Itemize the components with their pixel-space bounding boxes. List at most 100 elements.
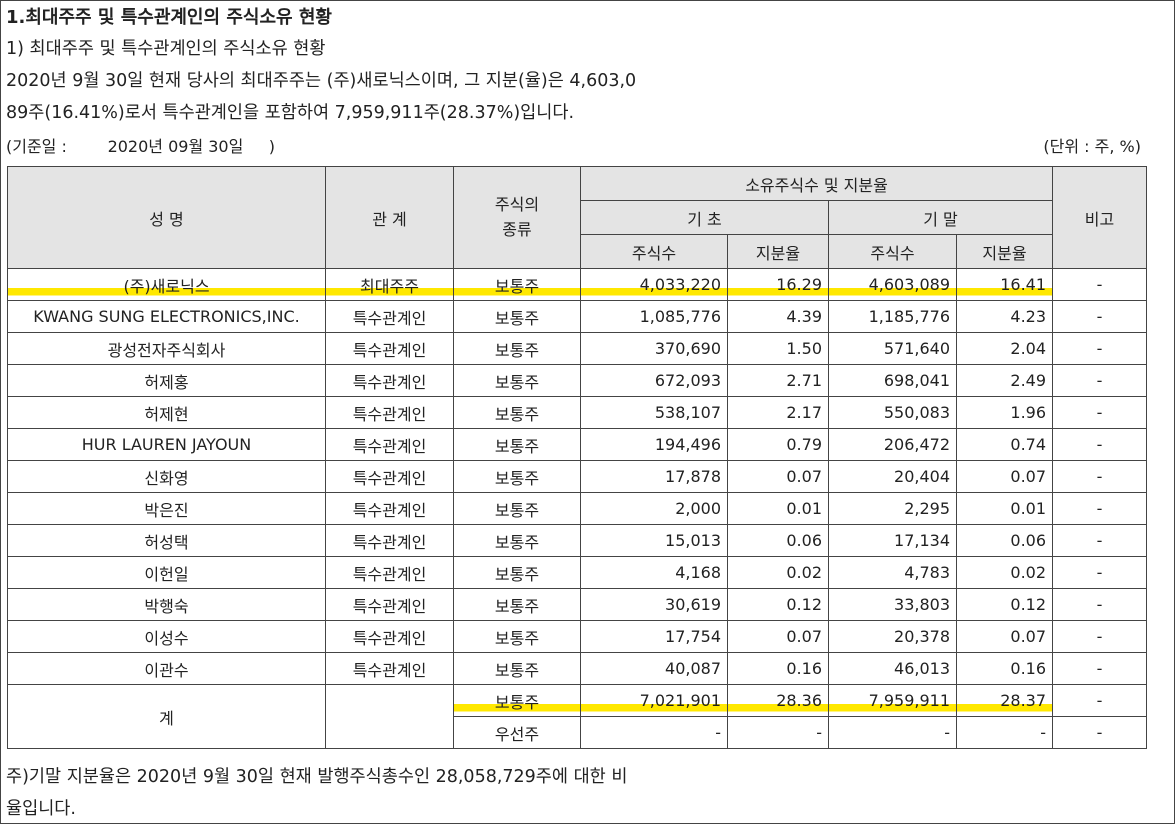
holder-begin-ratio: 16.29 (727, 268, 829, 301)
holder-name: HUR LAUREN JAYOUN (7, 428, 326, 461)
holder-end-ratio: 2.04 (955, 332, 1054, 365)
unit-label: (단위 : 주, %) (1043, 137, 1141, 156)
header-end-ratio: 지분율 (955, 234, 1054, 269)
holder-stock-type: 보통주 (453, 652, 581, 685)
holder-relation: 특수관계인 (325, 332, 454, 365)
holder-name: (주)새로닉스 (7, 268, 326, 301)
footnote-line-1: 주)기말 지분율은 2020년 9월 30일 현재 발행주식총수인 28,058… (6, 767, 628, 787)
holder-name: 허성택 (7, 524, 326, 557)
holder-relation: 특수관계인 (325, 524, 454, 557)
header-begin-ratio: 지분율 (727, 234, 829, 269)
holder-begin-shares: 538,107 (580, 396, 728, 429)
header-end: 기 말 (827, 200, 1054, 235)
holder-note: - (1052, 620, 1148, 653)
holder-relation: 특수관계인 (325, 300, 454, 333)
holder-begin-ratio: 0.12 (727, 588, 829, 621)
holder-stock-type: 보통주 (453, 428, 581, 461)
subsection-title: 1) 최대주주 및 특수관계인의 주식소유 현황 (6, 39, 326, 59)
holder-name: 이관수 (7, 652, 326, 685)
holder-stock-type: 보통주 (453, 556, 581, 589)
table-row: 이성수 특수관계인 보통주 17,754 0.07 20,378 0.07- (7, 620, 1148, 653)
holder-name: 신화영 (7, 460, 326, 493)
holder-name: KWANG SUNG ELECTRONICS,INC. (7, 300, 326, 333)
holder-note: - (1052, 492, 1148, 525)
holder-note: - (1052, 556, 1148, 589)
holder-end-ratio: 16.41 (955, 268, 1054, 301)
holder-begin-shares: 17,878 (580, 460, 728, 493)
summary-paragraph-line-2: 89주(16.41%)로서 특수관계인을 포함하여 7,959,911주(28.… (6, 103, 575, 123)
holder-name: 광성전자주식회사 (7, 332, 326, 365)
holder-end-shares: 206,472 (828, 428, 957, 461)
holder-begin-shares: 17,754 (580, 620, 728, 653)
holder-begin-ratio: 0.07 (727, 460, 829, 493)
holder-name: 박은진 (7, 492, 326, 525)
table-row: 박행숙 특수관계인 보통주 30,619 0.12 33,803 0.12- (7, 588, 1148, 621)
table-row: 신화영 특수관계인 보통주 17,878 0.07 20,404 0.07- (7, 460, 1148, 493)
header-begin-shares: 주식수 (580, 234, 728, 269)
table-body: (주)새로닉스 최대주주 보통주 4,033,220 16.29 4,603,089 16.… (7, 268, 1148, 749)
holder-begin-ratio: 2.17 (727, 396, 829, 429)
holder-relation: 특수관계인 (325, 652, 454, 685)
holder-end-ratio: 0.12 (955, 588, 1054, 621)
holder-begin-shares: 4,033,220 (580, 268, 728, 301)
total-preferred-begin-ratio: - (727, 716, 829, 749)
holder-stock-type: 보통주 (453, 396, 581, 429)
holder-end-ratio: 0.06 (955, 524, 1054, 557)
total-preferred-end-shares: - (828, 716, 957, 749)
holder-stock-type: 보통주 (453, 460, 581, 493)
holder-name: 이헌일 (7, 556, 326, 589)
holder-begin-shares: 4,168 (580, 556, 728, 589)
holder-begin-ratio: 2.71 (727, 364, 829, 397)
total-common-begin-shares: 7,021,901 (580, 684, 728, 717)
header-end-shares: 주식수 (828, 234, 957, 269)
holder-begin-ratio: 4.39 (727, 300, 829, 333)
holder-end-ratio: 0.74 (955, 428, 1054, 461)
holder-relation: 최대주주 (325, 268, 454, 301)
section-title: 1.최대주주 및 특수관계인의 주식소유 현황 (6, 7, 332, 28)
holder-begin-shares: 672,093 (580, 364, 728, 397)
holder-end-shares: 698,041 (828, 364, 957, 397)
holder-end-shares: 2,295 (828, 492, 957, 525)
holder-end-ratio: 0.01 (955, 492, 1054, 525)
holder-stock-type: 보통주 (453, 300, 581, 333)
total-common-type: 보통주 (453, 684, 581, 717)
shareholding-table: 성 명 관 계 주식의 종류 소유주식수 및 지분율 비고 기 초 기 말 주식… (7, 166, 1148, 749)
total-relation-empty (325, 684, 454, 749)
total-common-end-ratio: 28.37 (955, 684, 1054, 717)
holder-note: - (1052, 268, 1148, 301)
holder-name: 허제현 (7, 396, 326, 429)
table-row: KWANG SUNG ELECTRONICS,INC. 특수관계인 보통주 1,085… (7, 300, 1148, 333)
holder-end-ratio: 0.02 (955, 556, 1054, 589)
holder-begin-shares: 15,013 (580, 524, 728, 557)
holder-note: - (1052, 428, 1148, 461)
table-row: (주)새로닉스 최대주주 보통주 4,033,220 16.29 4,603,089 16.… (7, 268, 1148, 301)
holder-begin-shares: 370,690 (580, 332, 728, 365)
table-row: 허제홍 특수관계인 보통주 672,093 2.71 698,041 2.49- (7, 364, 1148, 397)
holder-stock-type: 보통주 (453, 268, 581, 301)
summary-paragraph-line-1: 2020년 9월 30일 현재 당사의 최대주주는 (주)새로닉스이며, 그 지… (6, 71, 637, 91)
holder-end-ratio: 1.96 (955, 396, 1054, 429)
holder-stock-type: 보통주 (453, 524, 581, 557)
total-label: 계 (7, 684, 326, 749)
holder-begin-ratio: 0.79 (727, 428, 829, 461)
header-stock-type: 주식의 종류 (453, 166, 581, 269)
total-preferred-type: 우선주 (453, 716, 581, 749)
holder-stock-type: 보통주 (453, 364, 581, 397)
holder-end-shares: 46,013 (828, 652, 957, 685)
holder-relation: 특수관계인 (325, 620, 454, 653)
holder-name: 이성수 (7, 620, 326, 653)
holder-note: - (1052, 588, 1148, 621)
header-note: 비고 (1052, 166, 1148, 269)
holder-end-shares: 17,134 (828, 524, 957, 557)
holder-end-shares: 4,603,089 (828, 268, 957, 301)
holder-end-shares: 20,404 (828, 460, 957, 493)
holder-note: - (1052, 524, 1148, 557)
holder-end-ratio: 2.49 (955, 364, 1054, 397)
holder-begin-shares: 30,619 (580, 588, 728, 621)
holder-begin-shares: 194,496 (580, 428, 728, 461)
table-row: 박은진 특수관계인 보통주 2,000 0.01 2,295 0.01- (7, 492, 1148, 525)
holder-end-ratio: 0.07 (955, 460, 1054, 493)
table-row: 광성전자주식회사 특수관계인 보통주 370,690 1.50 571,640 2.04- (7, 332, 1148, 365)
holder-end-ratio: 0.07 (955, 620, 1054, 653)
holder-end-ratio: 0.16 (955, 652, 1054, 685)
